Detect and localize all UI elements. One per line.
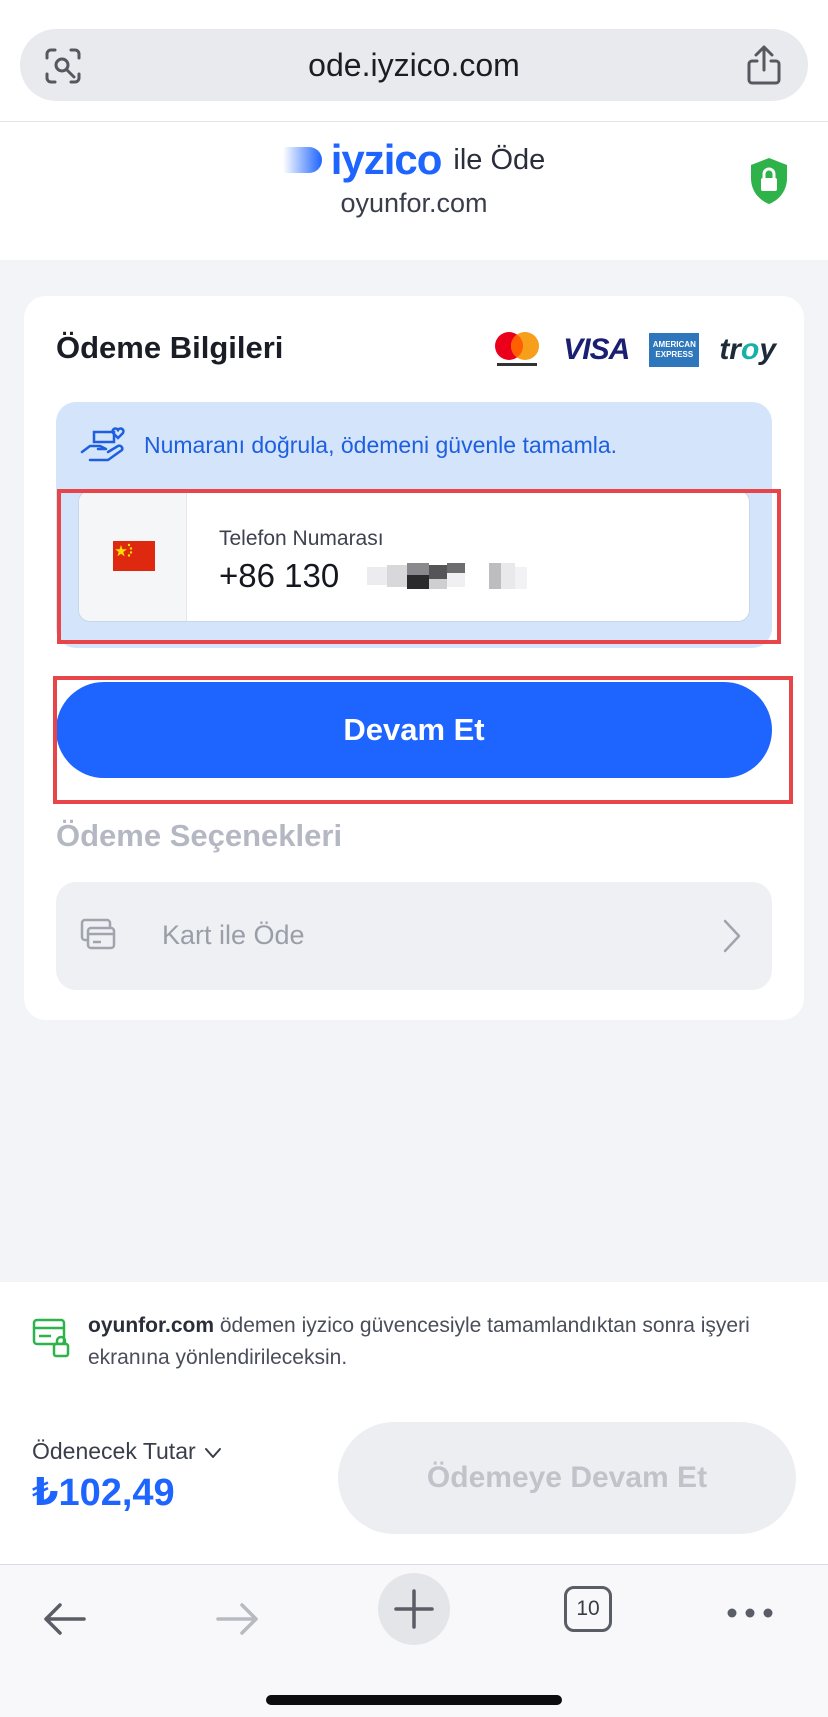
brand-row: iyzico ile Öde	[0, 136, 828, 188]
tabs-button[interactable]: 10	[564, 1586, 612, 1632]
secure-payment-icon	[32, 1318, 70, 1358]
hand-heart-icon	[80, 427, 125, 462]
browser-address-area: ode.iyzico.com	[0, 0, 828, 122]
card-brand-logos: VISA AMERICAN EXPRESS troy	[491, 330, 776, 370]
home-indicator	[266, 1695, 562, 1705]
continue-to-payment-button[interactable]: Ödemeye Devam Et	[338, 1422, 796, 1534]
chevron-down-icon	[204, 1447, 221, 1458]
pay-with-card-label: Kart ile Öde	[162, 920, 305, 950]
payment-card: Ödeme Bilgileri VISA AMERICAN EXPRESS tro…	[24, 296, 804, 1020]
highlight-phone-field	[57, 489, 781, 644]
amount-value: ₺102,49	[32, 1472, 175, 1514]
pay-with-card-option[interactable]: Kart ile Öde	[56, 882, 772, 990]
plus-icon	[394, 1589, 434, 1629]
url-text[interactable]: ode.iyzico.com	[20, 29, 808, 101]
footer-merchant: oyunfor.com	[88, 1314, 215, 1337]
amex-logo-icon: AMERICAN EXPRESS	[649, 333, 700, 367]
visa-logo: VISA	[563, 333, 630, 366]
checkout-header: iyzico ile Öde oyunfor.com	[0, 122, 828, 260]
credit-card-icon	[80, 918, 116, 950]
iyzico-logo-icon	[282, 147, 322, 173]
browser-toolbar: 10	[0, 1564, 828, 1717]
address-bar[interactable]: ode.iyzico.com	[20, 29, 808, 101]
chevron-right-icon	[723, 919, 741, 953]
back-arrow-icon[interactable]	[40, 1599, 88, 1639]
checkout-footer: oyunfor.com ödemen iyzico güvencesiyle t…	[0, 1282, 828, 1564]
more-icon[interactable]	[726, 1607, 774, 1619]
share-icon[interactable]	[746, 45, 782, 85]
merchant-name: oyunfor.com	[340, 188, 488, 218]
brand-name: iyzico	[330, 136, 443, 183]
secure-payment-note: oyunfor.com ödemen iyzico güvencesiyle t…	[88, 1310, 788, 1374]
payment-info-title: Ödeme Bilgileri	[56, 330, 284, 365]
forward-arrow-icon[interactable]	[214, 1599, 262, 1639]
mastercard-logo-icon	[495, 332, 540, 366]
shield-lock-icon	[751, 158, 787, 204]
verify-message: Numaranı doğrula, ödemeni güvenle tamaml…	[144, 432, 618, 458]
payment-options-title: Ödeme Seçenekleri	[56, 818, 343, 853]
troy-logo: troy	[719, 333, 776, 366]
amount-label: Ödenecek Tutar	[32, 1438, 196, 1464]
new-tab-button[interactable]	[378, 1573, 450, 1645]
brand-suffix: ile Öde	[453, 143, 546, 176]
highlight-continue-button	[53, 676, 793, 804]
amount-toggle[interactable]: Ödenecek Tutar	[32, 1438, 222, 1465]
